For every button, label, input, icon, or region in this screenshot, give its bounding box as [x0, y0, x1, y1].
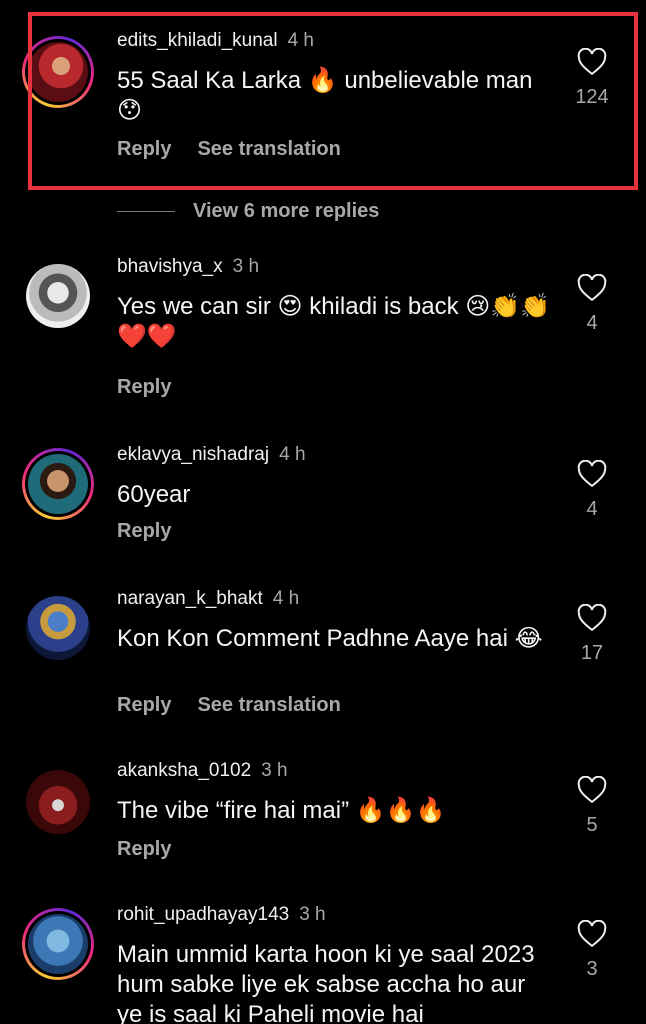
like-count: 5	[586, 814, 598, 836]
like-button[interactable]: 5	[570, 776, 614, 837]
comment-text: Yes we can sir 😍 khiladi is back 😢👏👏❤️❤️	[117, 293, 551, 350]
see-translation-button[interactable]: See translation	[197, 694, 340, 716]
heart-icon	[577, 776, 607, 804]
reply-button[interactable]: Reply	[117, 520, 171, 542]
like-button[interactable]: 4	[570, 274, 614, 335]
comment-text: Main ummid karta hoon ki ye saal 2023 hu…	[117, 941, 535, 1024]
comment-text: Kon Kon Comment Padhne Aaye hai 😂	[117, 625, 543, 652]
comment-time: 3 h	[261, 760, 288, 781]
reply-button[interactable]: Reply	[117, 838, 171, 860]
view-more-replies-label: View 6 more replies	[193, 200, 380, 222]
heart-icon	[577, 274, 607, 302]
comment-time: 3 h	[299, 904, 326, 925]
avatar[interactable]	[22, 260, 94, 332]
avatar[interactable]	[22, 908, 94, 980]
comment-time: 3 h	[232, 256, 260, 277]
comment-username[interactable]: eklavya_nishadraj	[117, 444, 269, 465]
avatar[interactable]	[22, 448, 94, 520]
heart-icon	[577, 920, 607, 948]
highlight-box	[28, 12, 638, 190]
comment-username[interactable]: akanksha_0102	[117, 760, 251, 781]
comment-text: The vibe “fire hai mai” 🔥🔥🔥	[117, 797, 446, 824]
like-button[interactable]: 17	[570, 604, 614, 665]
like-count: 4	[586, 312, 598, 334]
reply-button[interactable]: Reply	[117, 694, 171, 716]
comment-time: 4 h	[279, 444, 306, 465]
comment-username[interactable]: narayan_k_bhakt	[117, 588, 263, 609]
comment-username[interactable]: bhavishya_x	[117, 256, 223, 277]
reply-button[interactable]: Reply	[117, 376, 171, 398]
comment-username[interactable]: rohit_upadhayay143	[117, 904, 289, 925]
like-button[interactable]: 3	[570, 920, 614, 981]
avatar[interactable]	[22, 766, 94, 838]
comment-time: 4 h	[272, 588, 300, 609]
like-button[interactable]: 4	[570, 460, 614, 521]
like-count: 17	[580, 642, 604, 664]
like-count: 4	[586, 498, 598, 520]
avatar[interactable]	[22, 592, 94, 664]
view-more-replies-button[interactable]: View 6 more replies	[117, 200, 379, 223]
heart-icon	[577, 460, 607, 488]
comment-text: 60year	[117, 481, 191, 508]
like-count: 3	[586, 958, 598, 980]
heart-icon	[577, 604, 607, 632]
